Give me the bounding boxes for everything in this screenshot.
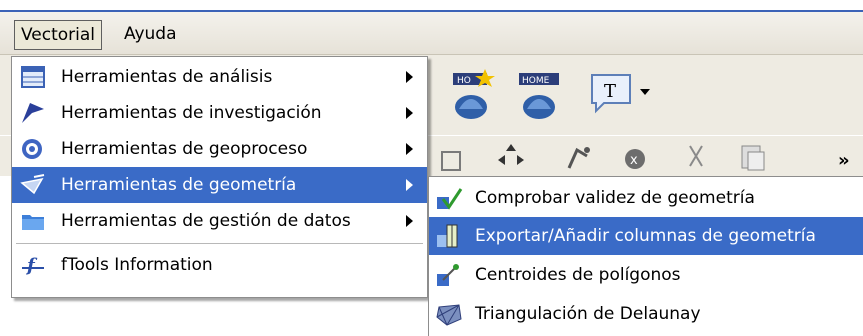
- submenu-arrow-icon: [406, 143, 413, 155]
- toolbar-overflow-chevron[interactable]: »: [838, 150, 850, 171]
- submenu-item-export-geometry-columns[interactable]: Exportar/Añadir columnas de geometría: [429, 217, 863, 255]
- submenu-arrow-icon: [406, 215, 413, 227]
- move-icon[interactable]: [496, 142, 526, 177]
- menu-item-analysis-tools[interactable]: Herramientas de análisis: [12, 59, 427, 95]
- menu-item-label: Herramientas de geometría: [61, 175, 297, 195]
- check-geometry-icon: [435, 185, 463, 211]
- table-icon: [20, 65, 46, 89]
- home-star-icon[interactable]: HO: [449, 67, 499, 128]
- text-tool-label: T: [604, 81, 616, 102]
- menu-item-label: Herramientas de investigación: [61, 103, 322, 123]
- menu-ayuda[interactable]: Ayuda: [118, 20, 183, 48]
- menu-item-label: Herramientas de gestión de datos: [61, 211, 351, 231]
- cut-icon[interactable]: [682, 142, 712, 177]
- geometry-tools-submenu: Comprobar validez de geometría Exportar/…: [428, 176, 863, 336]
- svg-text:HO: HO: [457, 76, 471, 86]
- menu-item-label: Herramientas de geoproceso: [61, 139, 308, 159]
- save-icon[interactable]: [440, 148, 462, 177]
- menu-item-research-tools[interactable]: Herramientas de investigación: [12, 95, 427, 131]
- home-icon[interactable]: HOME: [515, 67, 565, 128]
- svg-text:f: f: [25, 255, 38, 276]
- submenu-arrow-icon: [406, 179, 413, 191]
- text-annotation-icon[interactable]: T: [588, 71, 658, 122]
- gear-icon: [20, 137, 46, 161]
- menu-item-label: fTools Information: [61, 255, 213, 275]
- menu-item-ftools-information[interactable]: f fTools Information: [12, 247, 427, 283]
- menu-item-geoprocess-tools[interactable]: Herramientas de geoproceso: [12, 131, 427, 167]
- ftools-icon: f: [20, 253, 46, 277]
- svg-text:HOME: HOME: [522, 76, 550, 86]
- menu-vectorial[interactable]: Vectorial: [14, 20, 103, 50]
- submenu-item-check-geometry[interactable]: Comprobar validez de geometría: [429, 179, 863, 217]
- export-columns-icon: [435, 223, 463, 249]
- delete-icon[interactable]: x: [622, 146, 648, 177]
- submenu-item-label: Triangulación de Delaunay: [475, 304, 701, 324]
- vectorial-dropdown-menu: Herramientas de análisis Herramientas de…: [11, 56, 428, 298]
- menu-bar: Vectorial Ayuda: [0, 12, 863, 55]
- flag-icon: [20, 101, 46, 125]
- window-top-border: [0, 0, 863, 12]
- submenu-arrow-icon: [406, 71, 413, 83]
- delaunay-icon: [435, 301, 463, 327]
- submenu-item-label: Comprobar validez de geometría: [475, 188, 755, 208]
- folder-icon: [20, 209, 46, 233]
- menu-separator: [16, 243, 423, 244]
- submenu-item-polygon-centroids[interactable]: Centroides de polígonos: [429, 256, 863, 294]
- submenu-item-label: Exportar/Añadir columnas de geometría: [475, 226, 816, 246]
- menu-item-data-management-tools[interactable]: Herramientas de gestión de datos: [12, 203, 427, 239]
- submenu-item-label: Centroides de polígonos: [475, 265, 681, 285]
- submenu-arrow-icon: [406, 107, 413, 119]
- paste-icon[interactable]: [738, 142, 768, 177]
- menu-item-label: Herramientas de análisis: [61, 67, 273, 87]
- menu-item-geometry-tools[interactable]: Herramientas de geometría: [12, 167, 427, 203]
- svg-text:x: x: [630, 153, 638, 168]
- centroid-icon: [435, 262, 463, 288]
- submenu-item-delaunay-triangulation[interactable]: Triangulación de Delaunay: [429, 295, 863, 333]
- node-tool-icon[interactable]: [565, 142, 595, 177]
- geometry-icon: [20, 173, 46, 197]
